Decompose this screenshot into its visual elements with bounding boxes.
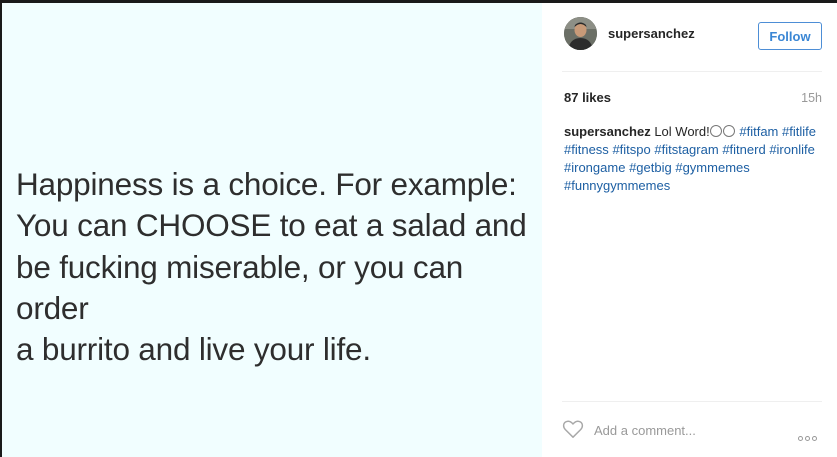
comment-row (542, 417, 837, 447)
post-author-username[interactable]: supersanchez (608, 26, 695, 41)
caption-username[interactable]: supersanchez (564, 124, 651, 139)
hashtag-link[interactable]: #fitnerd (722, 142, 765, 157)
hashtag-link[interactable]: #irongame (564, 160, 625, 175)
heart-icon[interactable] (562, 419, 584, 439)
more-dot (805, 436, 810, 441)
hashtag-link[interactable]: #fitlife (782, 124, 816, 139)
more-dot (812, 436, 817, 441)
hashtag-link[interactable]: #ironlife (769, 142, 815, 157)
hashtag-link[interactable]: #fitstagram (654, 142, 718, 157)
hashtag-link[interactable]: #fitfam (739, 124, 778, 139)
caption-text: Lol Word! (654, 124, 710, 139)
avatar-image (564, 17, 597, 50)
likes-count[interactable]: 87 likes (564, 90, 611, 105)
hashtag-link[interactable]: #fitness (564, 142, 609, 157)
post-caption: supersanchez Lol Word! #fitfam #fitlife … (564, 123, 826, 195)
header-divider (562, 71, 822, 72)
emoji-icon (722, 125, 735, 137)
post-header: supersanchez Follow (542, 3, 837, 73)
more-options-icon[interactable] (798, 428, 822, 441)
hashtag-link[interactable]: #getbig (629, 160, 672, 175)
comment-divider (562, 401, 822, 402)
emoji-icon (709, 125, 722, 137)
avatar[interactable] (564, 17, 597, 50)
hashtag-link[interactable]: #funnygymmemes (564, 178, 670, 193)
post-timestamp[interactable]: 15h (801, 91, 822, 105)
post-image-text: Happiness is a choice. For example: You … (16, 166, 527, 368)
follow-button[interactable]: Follow (758, 22, 822, 50)
post-image[interactable]: Happiness is a choice. For example: You … (2, 3, 542, 457)
hashtag-link[interactable]: #gymmemes (675, 160, 749, 175)
hashtag-link[interactable]: #fitspo (612, 142, 650, 157)
more-dot (798, 436, 803, 441)
post-side-panel: supersanchez Follow 87 likes 15h supersa… (542, 3, 837, 457)
comment-input[interactable] (594, 421, 764, 439)
